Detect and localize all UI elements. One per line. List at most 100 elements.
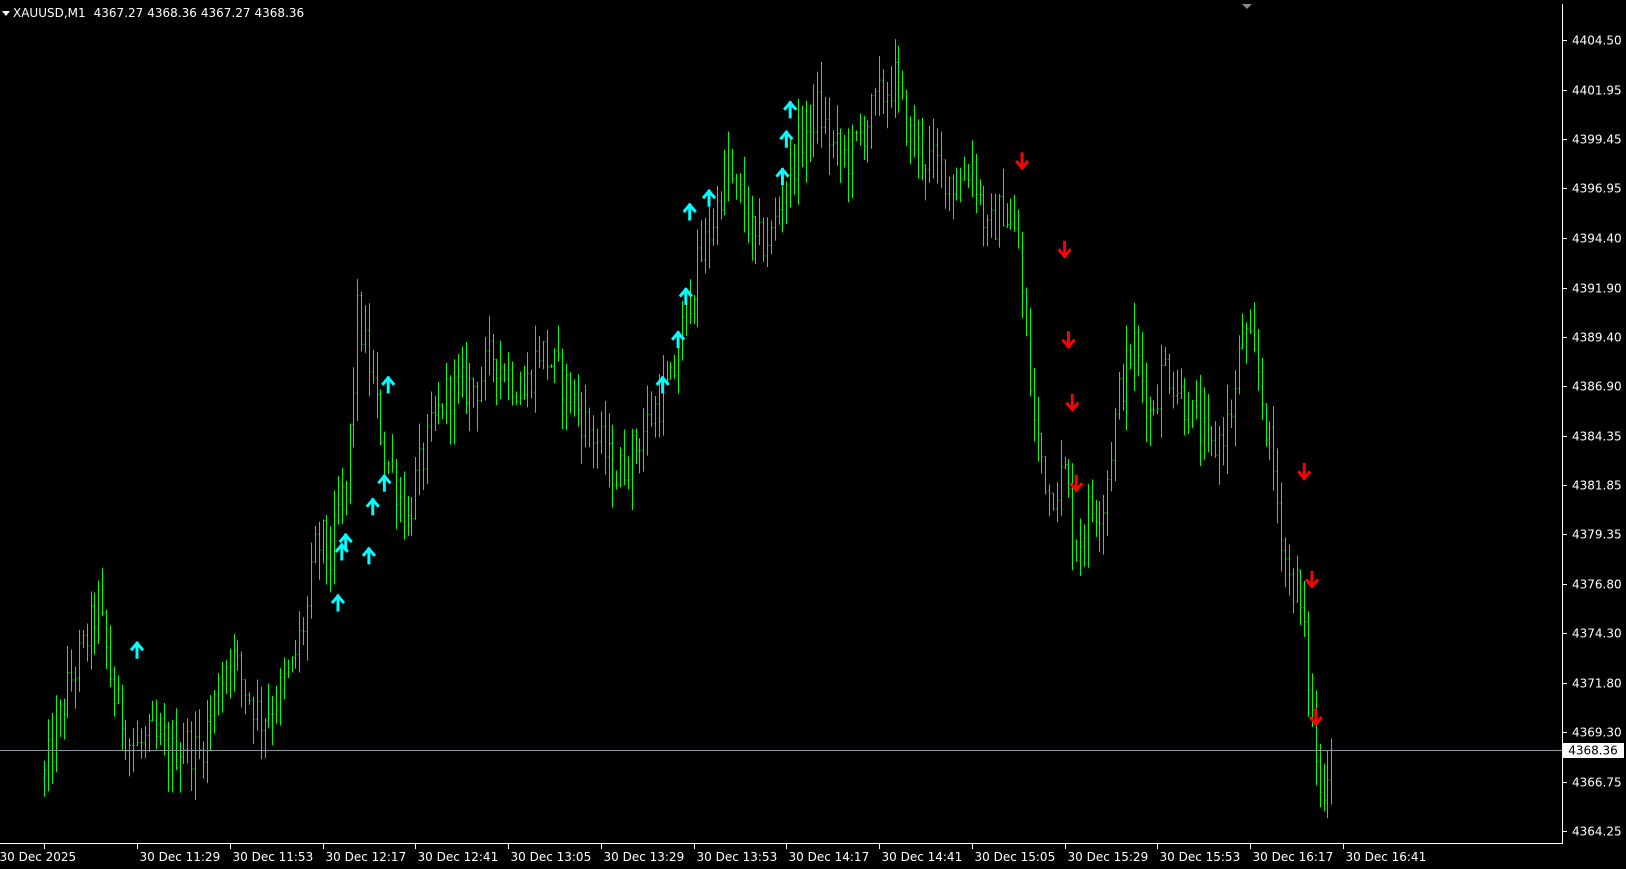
candle — [716, 185, 719, 245]
candle — [179, 742, 182, 793]
buy-signal-arrow-icon — [682, 202, 697, 221]
candle — [758, 198, 761, 246]
candle — [523, 365, 526, 400]
candle — [832, 130, 835, 159]
candle — [1257, 329, 1260, 391]
candle — [909, 116, 912, 165]
candle — [1160, 344, 1163, 438]
candle — [952, 174, 955, 220]
candle — [93, 592, 96, 655]
candle — [708, 206, 711, 269]
candle — [654, 396, 657, 438]
candle — [789, 137, 792, 208]
price-tick-label: 4369.30 — [1572, 726, 1622, 740]
candle — [1071, 463, 1074, 571]
candle — [310, 542, 313, 619]
candle — [863, 115, 866, 161]
candle — [696, 229, 699, 328]
candle — [233, 634, 236, 692]
candle — [271, 695, 274, 746]
candle — [797, 98, 800, 205]
candle — [1009, 198, 1012, 231]
candle — [994, 193, 997, 241]
candle — [754, 215, 757, 264]
candle — [445, 362, 448, 425]
buy-signal-arrow-icon — [377, 473, 392, 492]
candle — [1326, 749, 1329, 819]
candle — [1323, 763, 1326, 812]
candle — [422, 442, 425, 491]
candle — [1122, 363, 1125, 411]
candle — [66, 645, 69, 719]
signals-layer — [129, 100, 1323, 727]
candle — [283, 657, 286, 700]
candle — [1098, 501, 1101, 553]
price-tick-label: 4396.95 — [1572, 182, 1622, 196]
candle — [383, 431, 386, 479]
price-tick-label: 4384.35 — [1572, 430, 1622, 444]
candle — [55, 695, 58, 773]
candle — [735, 174, 738, 200]
candlestick-chart[interactable]: 4404.50 4401.95 4399.45 4396.95 4394.40 4391.… — [0, 0, 1626, 869]
candle — [1114, 407, 1117, 482]
candle — [890, 66, 893, 109]
candle — [526, 352, 529, 408]
candle — [465, 342, 468, 414]
candle — [1060, 440, 1063, 516]
candle — [1156, 384, 1159, 415]
buy-signal-arrow-icon — [129, 640, 145, 659]
candle — [604, 400, 607, 475]
candle — [1083, 524, 1086, 567]
candle — [851, 124, 854, 199]
candle — [1210, 426, 1213, 457]
candle — [318, 521, 321, 580]
candle — [468, 363, 471, 432]
candle — [519, 371, 522, 405]
candle — [124, 719, 127, 760]
candle — [1245, 322, 1248, 364]
candle — [894, 39, 897, 119]
candle — [955, 167, 958, 201]
candle — [1152, 400, 1155, 416]
candle — [325, 515, 328, 585]
candle — [1276, 448, 1279, 524]
candle — [279, 668, 282, 726]
time-tick-label: 30 Dec 13:29 — [604, 850, 685, 864]
candle — [936, 128, 939, 184]
candle — [1292, 568, 1295, 614]
candle — [1307, 611, 1310, 717]
candle — [565, 364, 568, 431]
candle — [302, 617, 305, 645]
candle — [975, 153, 978, 214]
candle — [117, 675, 120, 705]
candle — [78, 629, 81, 692]
candle — [770, 220, 773, 255]
candle — [917, 119, 920, 179]
candle — [476, 381, 479, 432]
candle — [252, 696, 255, 744]
candle — [1017, 209, 1020, 249]
time-tick-label: 30 Dec 15:29 — [1068, 850, 1149, 864]
candle — [202, 741, 205, 779]
candle — [646, 385, 649, 456]
candle — [905, 89, 908, 146]
candle — [812, 84, 815, 158]
time-tick-label: 30 Dec 14:17 — [789, 850, 870, 864]
candle — [998, 194, 1001, 248]
candle — [190, 721, 193, 791]
candle — [244, 679, 247, 715]
candle — [437, 382, 440, 425]
candle — [457, 353, 460, 404]
candle — [778, 196, 781, 225]
candle — [410, 496, 413, 536]
chart-window[interactable]: XAUUSD,M1 4367.27 4368.36 4367.27 4368.36 44… — [0, 0, 1626, 869]
candle — [1234, 370, 1237, 447]
candle — [121, 684, 124, 750]
candle — [1230, 399, 1233, 429]
candle — [414, 456, 417, 520]
candle — [194, 711, 197, 801]
candle — [874, 87, 877, 116]
candle — [820, 61, 823, 148]
candle — [940, 131, 943, 188]
candle — [897, 45, 900, 113]
